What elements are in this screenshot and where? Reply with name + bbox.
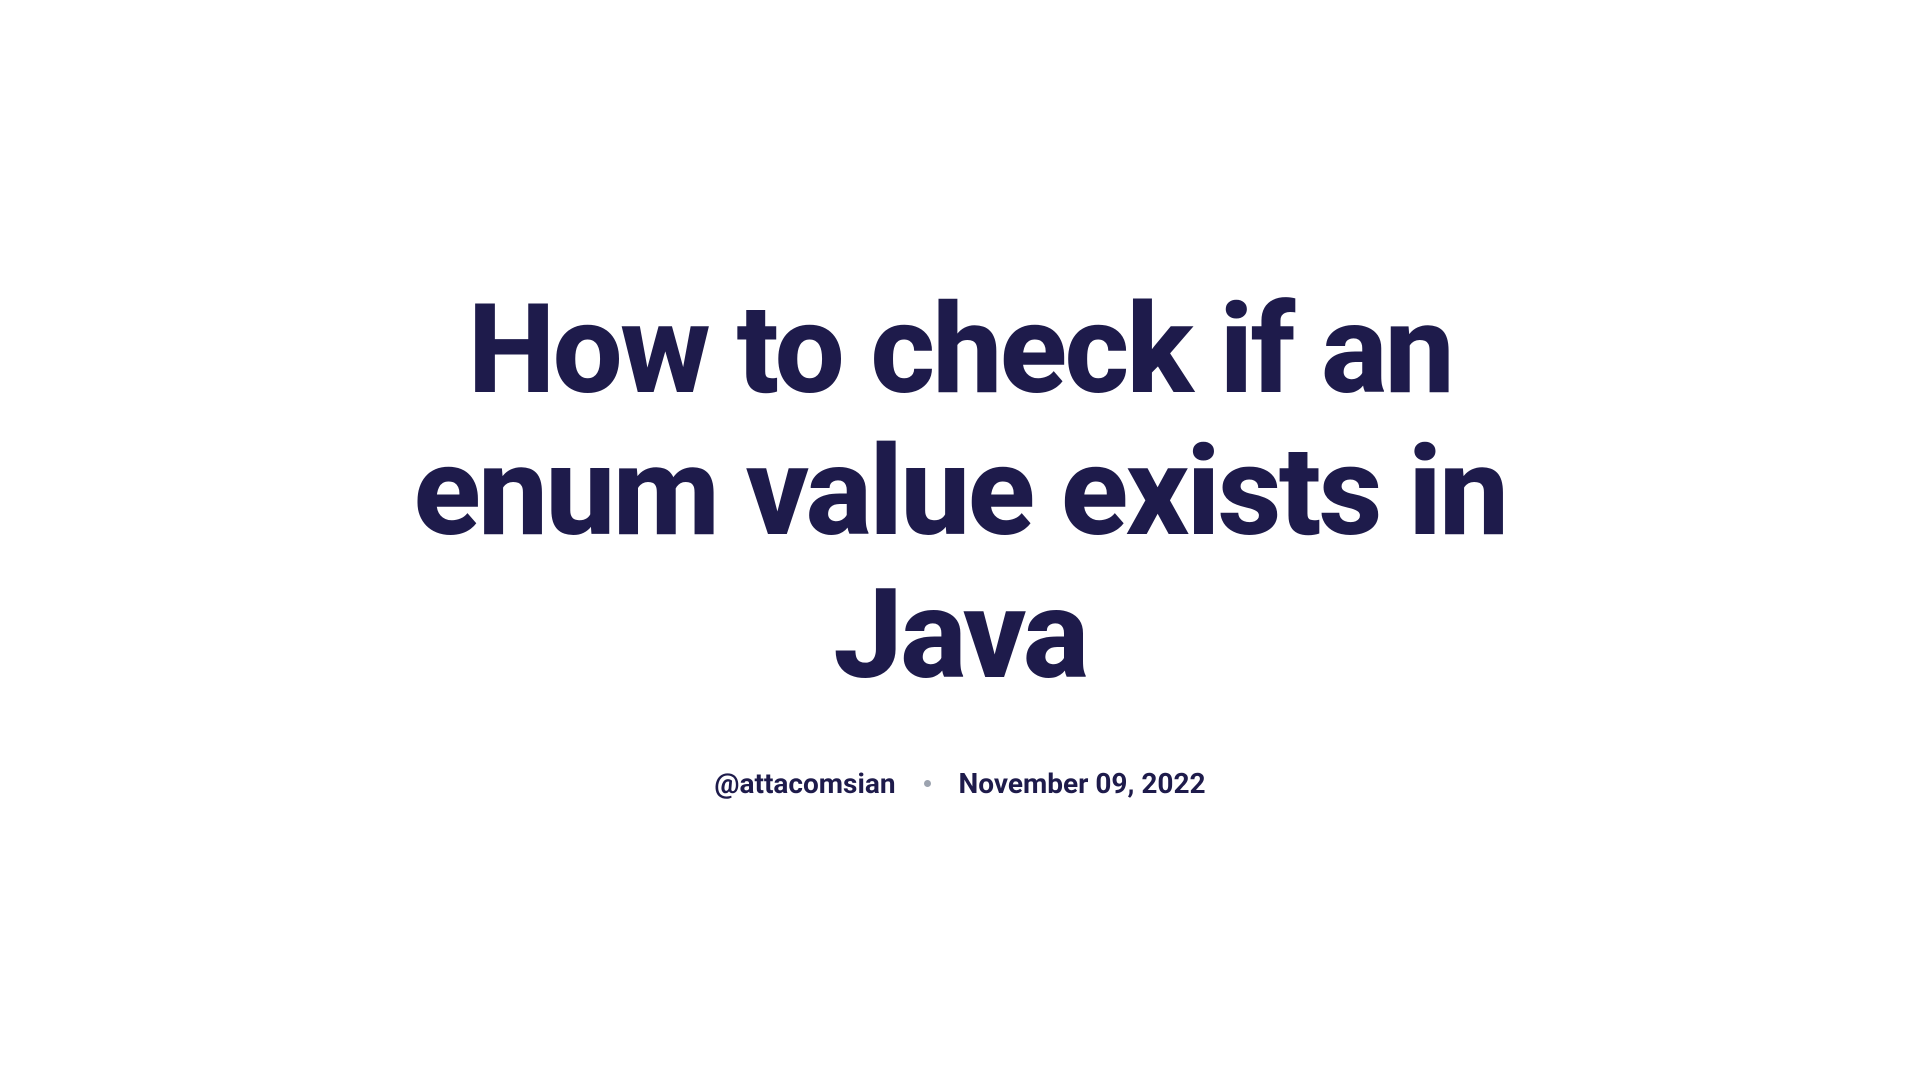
separator-dot xyxy=(924,780,931,787)
publish-date: November 09, 2022 xyxy=(959,767,1206,800)
author-handle: @attacomsian xyxy=(714,767,895,800)
article-title: How to check if an enum value exists in … xyxy=(400,280,1520,708)
article-meta: @attacomsian November 09, 2022 xyxy=(714,767,1205,800)
article-header: How to check if an enum value exists in … xyxy=(360,280,1560,801)
